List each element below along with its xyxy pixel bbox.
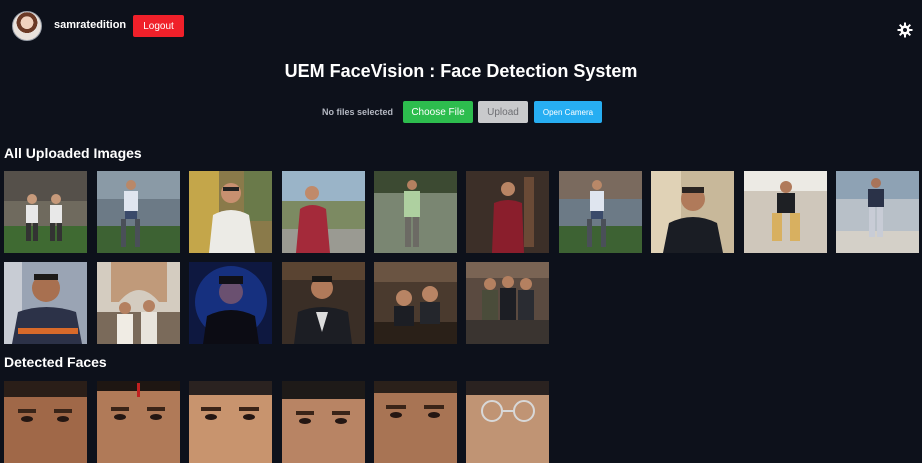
detected-face[interactable]	[97, 381, 180, 463]
open-camera-button[interactable]: Open Camera	[534, 101, 602, 123]
uploaded-image[interactable]	[282, 262, 365, 344]
detected-face[interactable]	[374, 381, 457, 463]
uploaded-image[interactable]	[282, 171, 365, 253]
uploaded-image[interactable]	[651, 171, 734, 253]
uploaded-image[interactable]	[836, 171, 919, 253]
uploaded-image[interactable]	[466, 171, 549, 253]
upload-controls: No files selected Choose File Upload Ope…	[0, 101, 922, 123]
detected-face[interactable]	[282, 381, 365, 463]
uploaded-image[interactable]	[189, 171, 272, 253]
detected-face[interactable]	[189, 381, 272, 463]
file-status-text: No files selected	[322, 107, 394, 117]
choose-file-button[interactable]: Choose File	[403, 101, 473, 123]
uploaded-image[interactable]	[97, 171, 180, 253]
gear-icon[interactable]	[897, 22, 913, 38]
detected-face[interactable]	[4, 381, 87, 463]
uploaded-image[interactable]	[4, 171, 87, 253]
detected-face[interactable]	[466, 381, 549, 463]
uploaded-images-heading: All Uploaded Images	[4, 145, 142, 161]
uploaded-image[interactable]	[4, 262, 87, 344]
logout-button[interactable]: Logout	[133, 15, 184, 37]
detected-faces-heading: Detected Faces	[4, 354, 107, 370]
user-avatar[interactable]	[12, 11, 42, 41]
uploaded-image[interactable]	[466, 262, 549, 344]
uploaded-image[interactable]	[374, 262, 457, 344]
uploaded-image[interactable]	[559, 171, 642, 253]
uploaded-image[interactable]	[189, 262, 272, 344]
uploaded-image[interactable]	[374, 171, 457, 253]
top-bar: samratedition Logout	[0, 0, 922, 52]
upload-button[interactable]: Upload	[478, 101, 528, 123]
uploaded-image[interactable]	[97, 262, 180, 344]
page-title: UEM FaceVision : Face Detection System	[284, 61, 638, 81]
username: samratedition	[54, 19, 127, 31]
uploaded-image[interactable]	[744, 171, 827, 253]
